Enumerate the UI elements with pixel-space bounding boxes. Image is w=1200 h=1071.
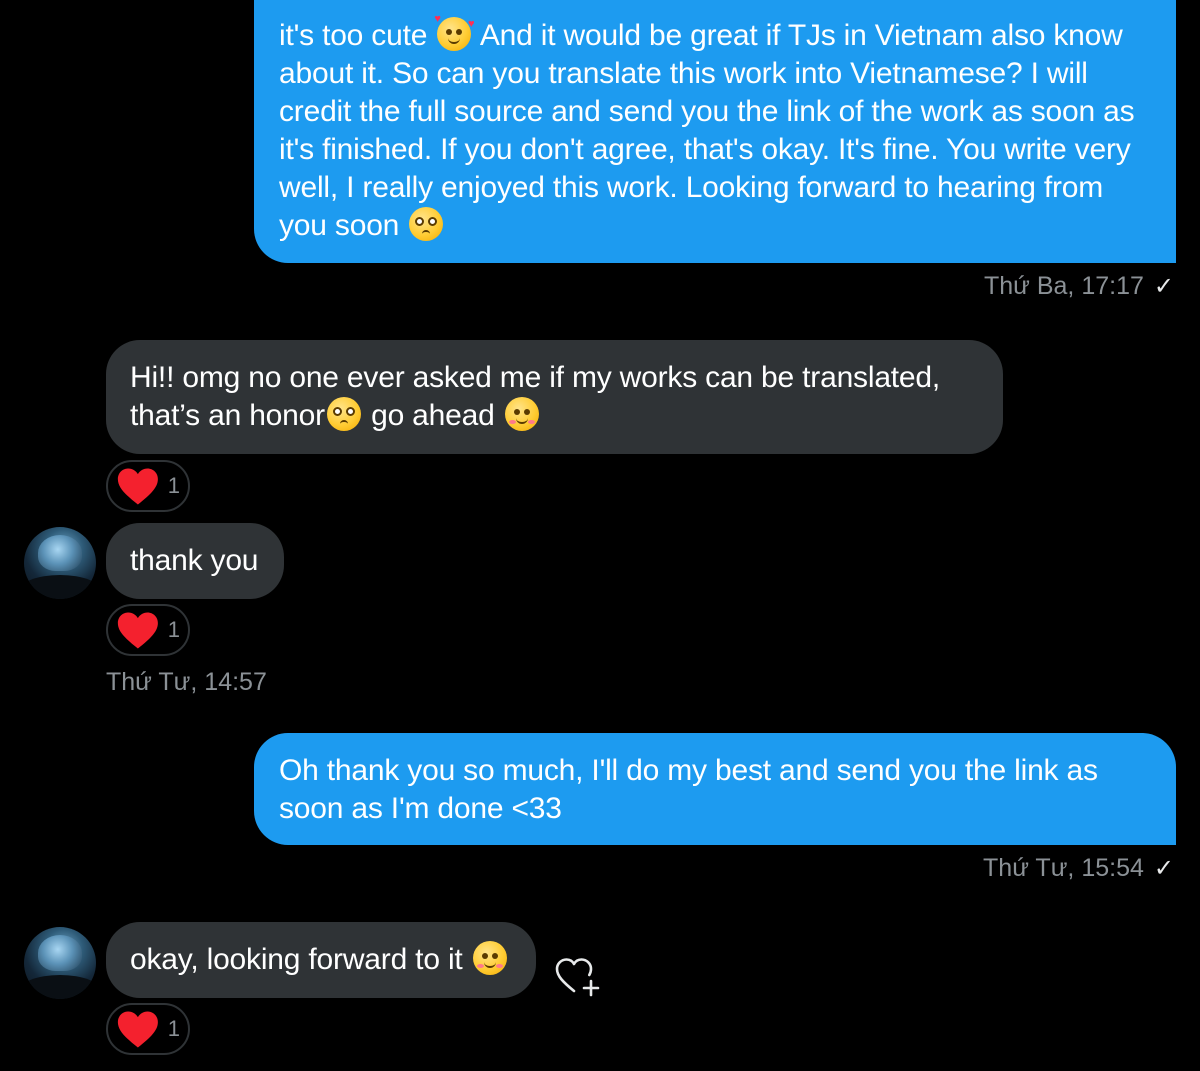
reaction-count: 1	[167, 1016, 180, 1041]
red-heart-icon	[117, 612, 158, 649]
message-line: thank you	[130, 544, 259, 577]
message-line: soon as I'm done <33	[279, 792, 562, 825]
message-text: it's too cute	[279, 19, 428, 52]
message-line: okay, looking forward to it	[130, 941, 512, 979]
message-text: And it would be great if TJs in Vietnam …	[479, 19, 1123, 52]
message-timestamp: Thứ Ba, 17:17 ✓	[984, 271, 1174, 302]
incoming-message[interactable]: okay, looking forward to it	[106, 922, 536, 998]
red-heart-icon	[117, 468, 158, 505]
smiling-face-with-hearts-emoji: ♥ ♥	[434, 14, 475, 51]
incoming-message[interactable]: Hi!! omg no one ever asked me if my work…	[106, 340, 1003, 454]
red-heart-icon	[117, 1011, 158, 1048]
message-text: that’s an honor	[130, 399, 325, 432]
message-line: that’s an honor go ahead	[130, 397, 979, 435]
message-line: it's finished. If you don't agree, that'…	[279, 133, 1131, 166]
incoming-message[interactable]: thank you	[106, 523, 284, 599]
reaction-count: 1	[167, 473, 180, 498]
pleading-face-emoji	[409, 207, 444, 241]
reaction-badge[interactable]: 1	[106, 460, 190, 512]
timestamp-text: Thứ Ba, 17:17	[984, 272, 1144, 300]
message-text: you soon	[279, 209, 400, 242]
reaction-badge[interactable]: 1	[106, 1003, 190, 1055]
message-timestamp: Thứ Tư, 14:57	[106, 667, 267, 697]
smiling-face-with-smiling-eyes-emoji	[472, 941, 507, 975]
message-line: credit the full source and send you the …	[279, 95, 1135, 128]
checkmark-icon: ✓	[1153, 855, 1174, 882]
checkmark-icon: ✓	[1153, 273, 1174, 300]
message-line: Hi!! omg no one ever asked me if my work…	[130, 361, 941, 394]
reaction-count: 1	[167, 617, 180, 642]
timestamp-text: Thứ Tư, 15:54	[983, 854, 1144, 882]
message-line: you soon	[279, 207, 1150, 245]
reaction-badge[interactable]: 1	[106, 604, 190, 656]
outgoing-message[interactable]: Oh thank you so much, I'll do my best an…	[254, 733, 1176, 845]
avatar[interactable]	[24, 927, 96, 999]
pleading-face-emoji	[326, 397, 361, 431]
message-timestamp: Thứ Tư, 15:54 ✓	[983, 853, 1174, 884]
avatar[interactable]	[24, 527, 96, 599]
message-line: well, I really enjoyed this work. Lookin…	[279, 171, 1104, 204]
message-line: about it. So can you translate this work…	[279, 57, 1088, 90]
message-line: Oh thank you so much, I'll do my best an…	[279, 754, 1098, 787]
message-text: go ahead	[371, 399, 495, 432]
message-text: okay, looking forward to it	[130, 943, 463, 976]
heart-plus-icon[interactable]	[554, 953, 602, 997]
timestamp-text: Thứ Tư, 14:57	[106, 668, 267, 696]
smiling-face-with-smiling-eyes-emoji	[504, 397, 539, 431]
message-line: it's too cute ♥ ♥ And it would be great …	[279, 14, 1150, 55]
outgoing-message[interactable]: it's too cute ♥ ♥ And it would be great …	[254, 0, 1176, 263]
